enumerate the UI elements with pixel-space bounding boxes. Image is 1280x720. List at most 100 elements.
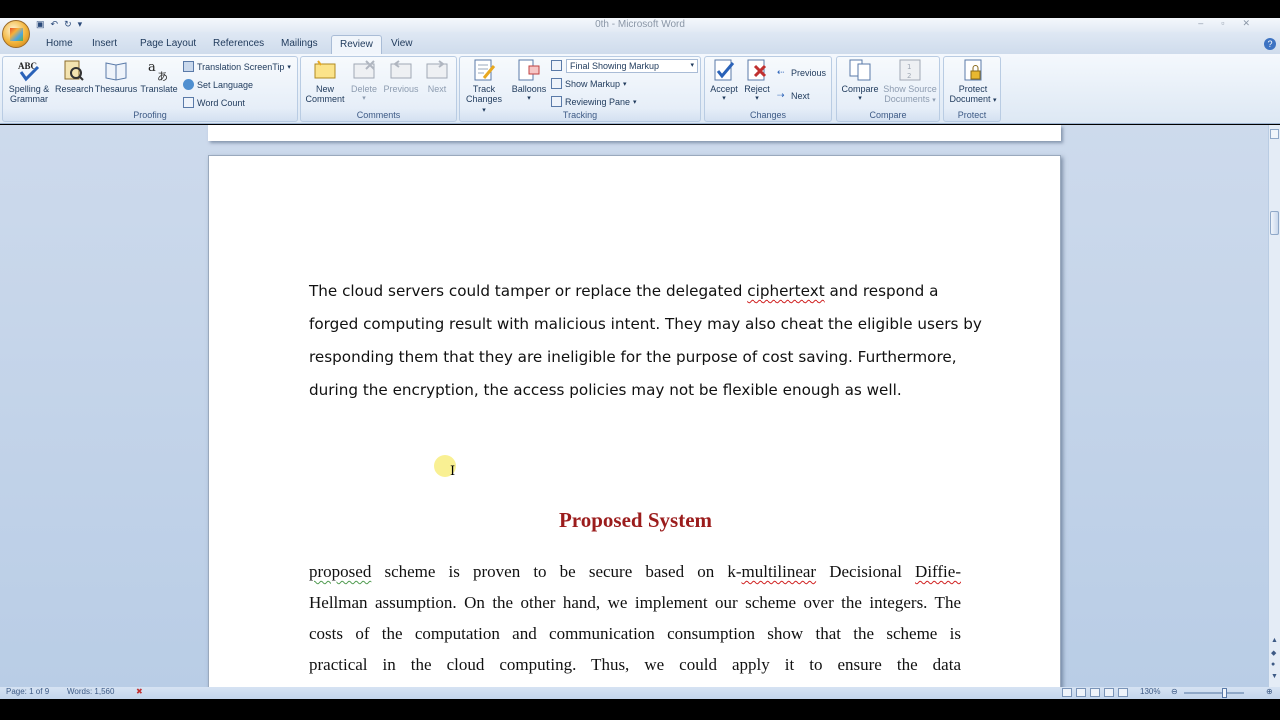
word-count-button[interactable]: Word Count	[183, 97, 245, 108]
para2-line-3: costs of the computation and communicati…	[309, 624, 961, 643]
previous-change-button[interactable]: ⇠ Previous	[777, 67, 826, 78]
paragraph-1[interactable]: The cloud servers could tamper or replac…	[309, 275, 982, 407]
track-changes-button[interactable]: Track Changes ▾	[463, 58, 505, 116]
new-comment-icon	[313, 58, 337, 82]
page-count[interactable]: Page: 1 of 9	[6, 687, 49, 696]
accept-button[interactable]: Accept ▾	[707, 58, 741, 104]
help-icon[interactable]: ?	[1264, 38, 1276, 50]
reject-button[interactable]: Reject ▾	[741, 58, 773, 104]
document-page[interactable]: The cloud servers could tamper or replac…	[208, 155, 1061, 687]
display-review-icon	[551, 60, 562, 71]
changes-group: Accept ▾ Reject ▾ ⇠ Previous ⇢ Next Chan…	[704, 56, 832, 122]
markup-view-select[interactable]: Final Showing Markup ▾	[566, 59, 698, 73]
text-run: scheme is proven to be secure based on k…	[371, 562, 742, 581]
tab-view[interactable]: View	[391, 38, 413, 49]
minimize-icon[interactable]: –	[1198, 18, 1203, 29]
section-heading[interactable]: Proposed System	[209, 508, 1062, 533]
spelling-grammar-button[interactable]: ABC Spelling & Grammar	[5, 58, 53, 104]
comments-group-label: Comments	[356, 110, 401, 120]
text-run: Decisional	[816, 562, 916, 581]
full-screen-reading-icon[interactable]	[1076, 688, 1086, 697]
abc-check-icon: ABC	[17, 58, 41, 82]
previous-label: Previous	[383, 84, 419, 94]
paragraph-2[interactable]: proposed scheme is proven to be secure b…	[309, 556, 961, 680]
tab-insert[interactable]: Insert	[92, 38, 117, 49]
track-label: Track	[472, 84, 496, 94]
show-source-documents-button[interactable]: 12 Show Source Documents ▾	[881, 58, 939, 106]
ribbon-tabs: Home Insert Page Layout References Maili…	[0, 32, 1280, 55]
show-markup-button[interactable]: Show Markup ▾	[551, 78, 627, 89]
top-letterbox	[0, 0, 1280, 18]
previous-comment-icon	[389, 58, 413, 82]
window-title: 0th - Microsoft Word	[595, 19, 685, 30]
zoom-level[interactable]: 130%	[1140, 687, 1160, 696]
previous-comment-button[interactable]: Previous	[381, 58, 421, 94]
proofing-errors-icon[interactable]: ✖	[136, 687, 143, 696]
protect-document-button[interactable]: Protect Document ▾	[946, 58, 1000, 106]
reviewing-pane-button[interactable]: Reviewing Pane ▾	[551, 96, 637, 107]
next-page-icon[interactable]: ▼	[1271, 673, 1278, 680]
web-layout-icon[interactable]	[1090, 688, 1100, 697]
para1-line-4: during the encryption, the access polici…	[309, 381, 902, 399]
balloons-button[interactable]: Balloons ▾	[508, 58, 550, 104]
save-icon[interactable]: ▣	[36, 19, 45, 30]
document-label: Document	[949, 94, 991, 104]
zoom-in-icon[interactable]: ⊕	[1266, 687, 1273, 696]
draft-icon[interactable]	[1118, 688, 1128, 697]
markup-view-value: Final Showing Markup	[570, 61, 660, 71]
tab-references[interactable]: References	[213, 38, 264, 49]
zoom-out-icon[interactable]: ⊖	[1171, 687, 1178, 696]
print-layout-icon[interactable]	[1062, 688, 1072, 697]
customize-qat-icon[interactable]: ▾	[78, 19, 83, 30]
word-count[interactable]: Words: 1,560	[67, 687, 114, 696]
language-globe-icon	[183, 79, 194, 90]
ruler-toggle-icon[interactable]	[1270, 129, 1279, 139]
compare-button[interactable]: Compare ▾	[839, 58, 881, 104]
delete-comment-button[interactable]: Delete ▾	[347, 58, 381, 104]
translation-screentip-button[interactable]: Translation ScreenTip ▾	[183, 61, 291, 72]
set-language-button[interactable]: Set Language	[183, 79, 253, 90]
chevron-down-icon: ▾	[755, 95, 759, 102]
new-comment-label: New	[315, 84, 334, 94]
research-label: Research	[55, 84, 94, 94]
translate-button[interactable]: aあ Translate	[139, 58, 179, 94]
tab-review[interactable]: Review	[331, 35, 382, 55]
new-comment-button[interactable]: New Comment	[304, 58, 346, 104]
para1-line-2: forged computing result with malicious i…	[309, 315, 982, 333]
zoom-slider-thumb[interactable]	[1222, 688, 1227, 698]
close-icon[interactable]: ✕	[1242, 18, 1250, 29]
vertical-scrollbar[interactable]: ▲ ◆ ● ▼	[1268, 125, 1280, 687]
thesaurus-button[interactable]: Thesaurus	[93, 58, 139, 94]
previous-page-icon[interactable]: ◆	[1271, 649, 1276, 657]
para1-line-3: responding them that they are ineligible…	[309, 348, 957, 366]
reviewing-pane-icon	[551, 96, 562, 107]
undo-icon[interactable]: ↶	[51, 19, 59, 30]
tab-mailings[interactable]: Mailings	[281, 38, 318, 49]
scrollbar-thumb[interactable]	[1270, 211, 1279, 235]
document-workspace[interactable]: The cloud servers could tamper or replac…	[0, 125, 1268, 687]
outline-icon[interactable]	[1104, 688, 1114, 697]
translate-label: Translate	[140, 84, 178, 94]
redo-icon[interactable]: ↻	[64, 19, 72, 30]
next-change-button[interactable]: ⇢ Next	[777, 90, 810, 101]
select-browse-object-icon[interactable]: ●	[1271, 661, 1275, 668]
ibeam-cursor-icon: I	[450, 464, 456, 479]
bottom-letterbox	[0, 699, 1280, 720]
new-comment-label-2: Comment	[305, 94, 345, 104]
zoom-slider[interactable]	[1184, 692, 1244, 694]
tab-page-layout[interactable]: Page Layout	[140, 38, 196, 49]
research-button[interactable]: Research	[55, 58, 94, 94]
next-label: Next	[427, 84, 447, 94]
next-change-icon: ⇢	[777, 90, 785, 100]
previous-change-label: Previous	[791, 67, 827, 78]
office-button[interactable]	[2, 20, 30, 48]
documents-label: Documents	[884, 94, 930, 104]
accept-label: Accept	[710, 84, 738, 94]
chevron-down-icon: ▾	[993, 97, 997, 104]
next-comment-button[interactable]: Next	[421, 58, 453, 94]
chevron-down-icon: ▾	[722, 95, 726, 102]
scroll-up-icon[interactable]: ▲	[1271, 637, 1278, 644]
tab-home[interactable]: Home	[46, 38, 73, 49]
maximize-icon[interactable]: ▫	[1221, 18, 1224, 29]
compare-group: Compare ▾ 12 Show Source Documents ▾ Com…	[836, 56, 940, 122]
